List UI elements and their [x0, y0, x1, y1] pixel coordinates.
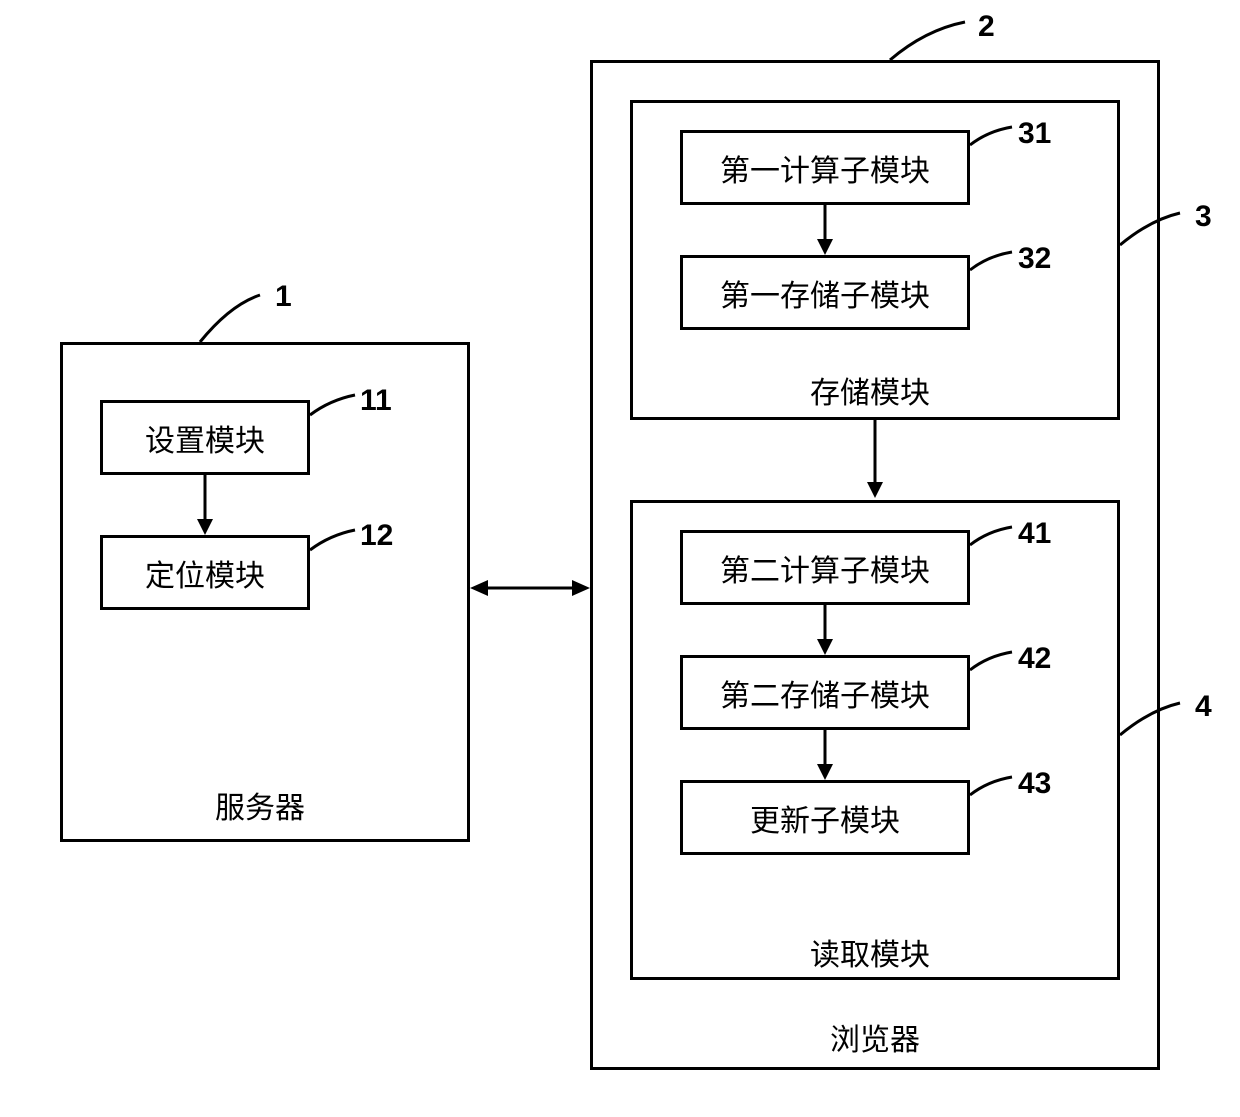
block-41-num: 41 — [1018, 517, 1051, 551]
block-43-leader — [970, 777, 1025, 817]
arrow-11-12 — [195, 475, 215, 540]
block-12-num: 12 — [360, 519, 393, 553]
block-12: 定位模块 — [100, 535, 310, 610]
server-title: 服务器 — [215, 783, 305, 827]
server-num: 1 — [275, 280, 292, 314]
block-42-leader — [970, 652, 1025, 692]
storage-title: 存储模块 — [810, 368, 930, 412]
browser-num: 2 — [978, 10, 995, 44]
read-num: 4 — [1195, 690, 1212, 724]
block-42-label: 第二存储子模块 — [683, 658, 967, 727]
storage-num-leader — [1120, 210, 1200, 270]
browser-num-leader — [890, 18, 980, 68]
block-31-label: 第一计算子模块 — [683, 133, 967, 202]
block-41: 第二计算子模块 — [680, 530, 970, 605]
block-43-label: 更新子模块 — [683, 783, 967, 852]
block-43: 更新子模块 — [680, 780, 970, 855]
arrow-storage-read — [865, 420, 885, 503]
block-32-leader — [970, 252, 1025, 292]
arrow-31-32 — [815, 205, 835, 260]
block-11: 设置模块 — [100, 400, 310, 475]
block-31: 第一计算子模块 — [680, 130, 970, 205]
storage-num: 3 — [1195, 200, 1212, 234]
block-11-num: 11 — [360, 384, 392, 418]
block-32-num: 32 — [1018, 242, 1051, 276]
read-num-leader — [1120, 700, 1200, 760]
block-12-label: 定位模块 — [103, 538, 307, 607]
browser-title: 浏览器 — [830, 1015, 920, 1059]
server-num-leader — [200, 290, 280, 350]
block-11-label: 设置模块 — [103, 403, 307, 472]
block-31-num: 31 — [1018, 117, 1051, 151]
block-41-leader — [970, 527, 1025, 567]
block-32: 第一存储子模块 — [680, 255, 970, 330]
block-43-num: 43 — [1018, 767, 1051, 801]
block-42-num: 42 — [1018, 642, 1051, 676]
arrow-server-browser — [470, 578, 590, 598]
block-31-leader — [970, 127, 1025, 167]
arrow-42-43 — [815, 730, 835, 785]
block-32-label: 第一存储子模块 — [683, 258, 967, 327]
read-title: 读取模块 — [810, 930, 930, 974]
block-42: 第二存储子模块 — [680, 655, 970, 730]
block-41-label: 第二计算子模块 — [683, 533, 967, 602]
arrow-41-42 — [815, 605, 835, 660]
